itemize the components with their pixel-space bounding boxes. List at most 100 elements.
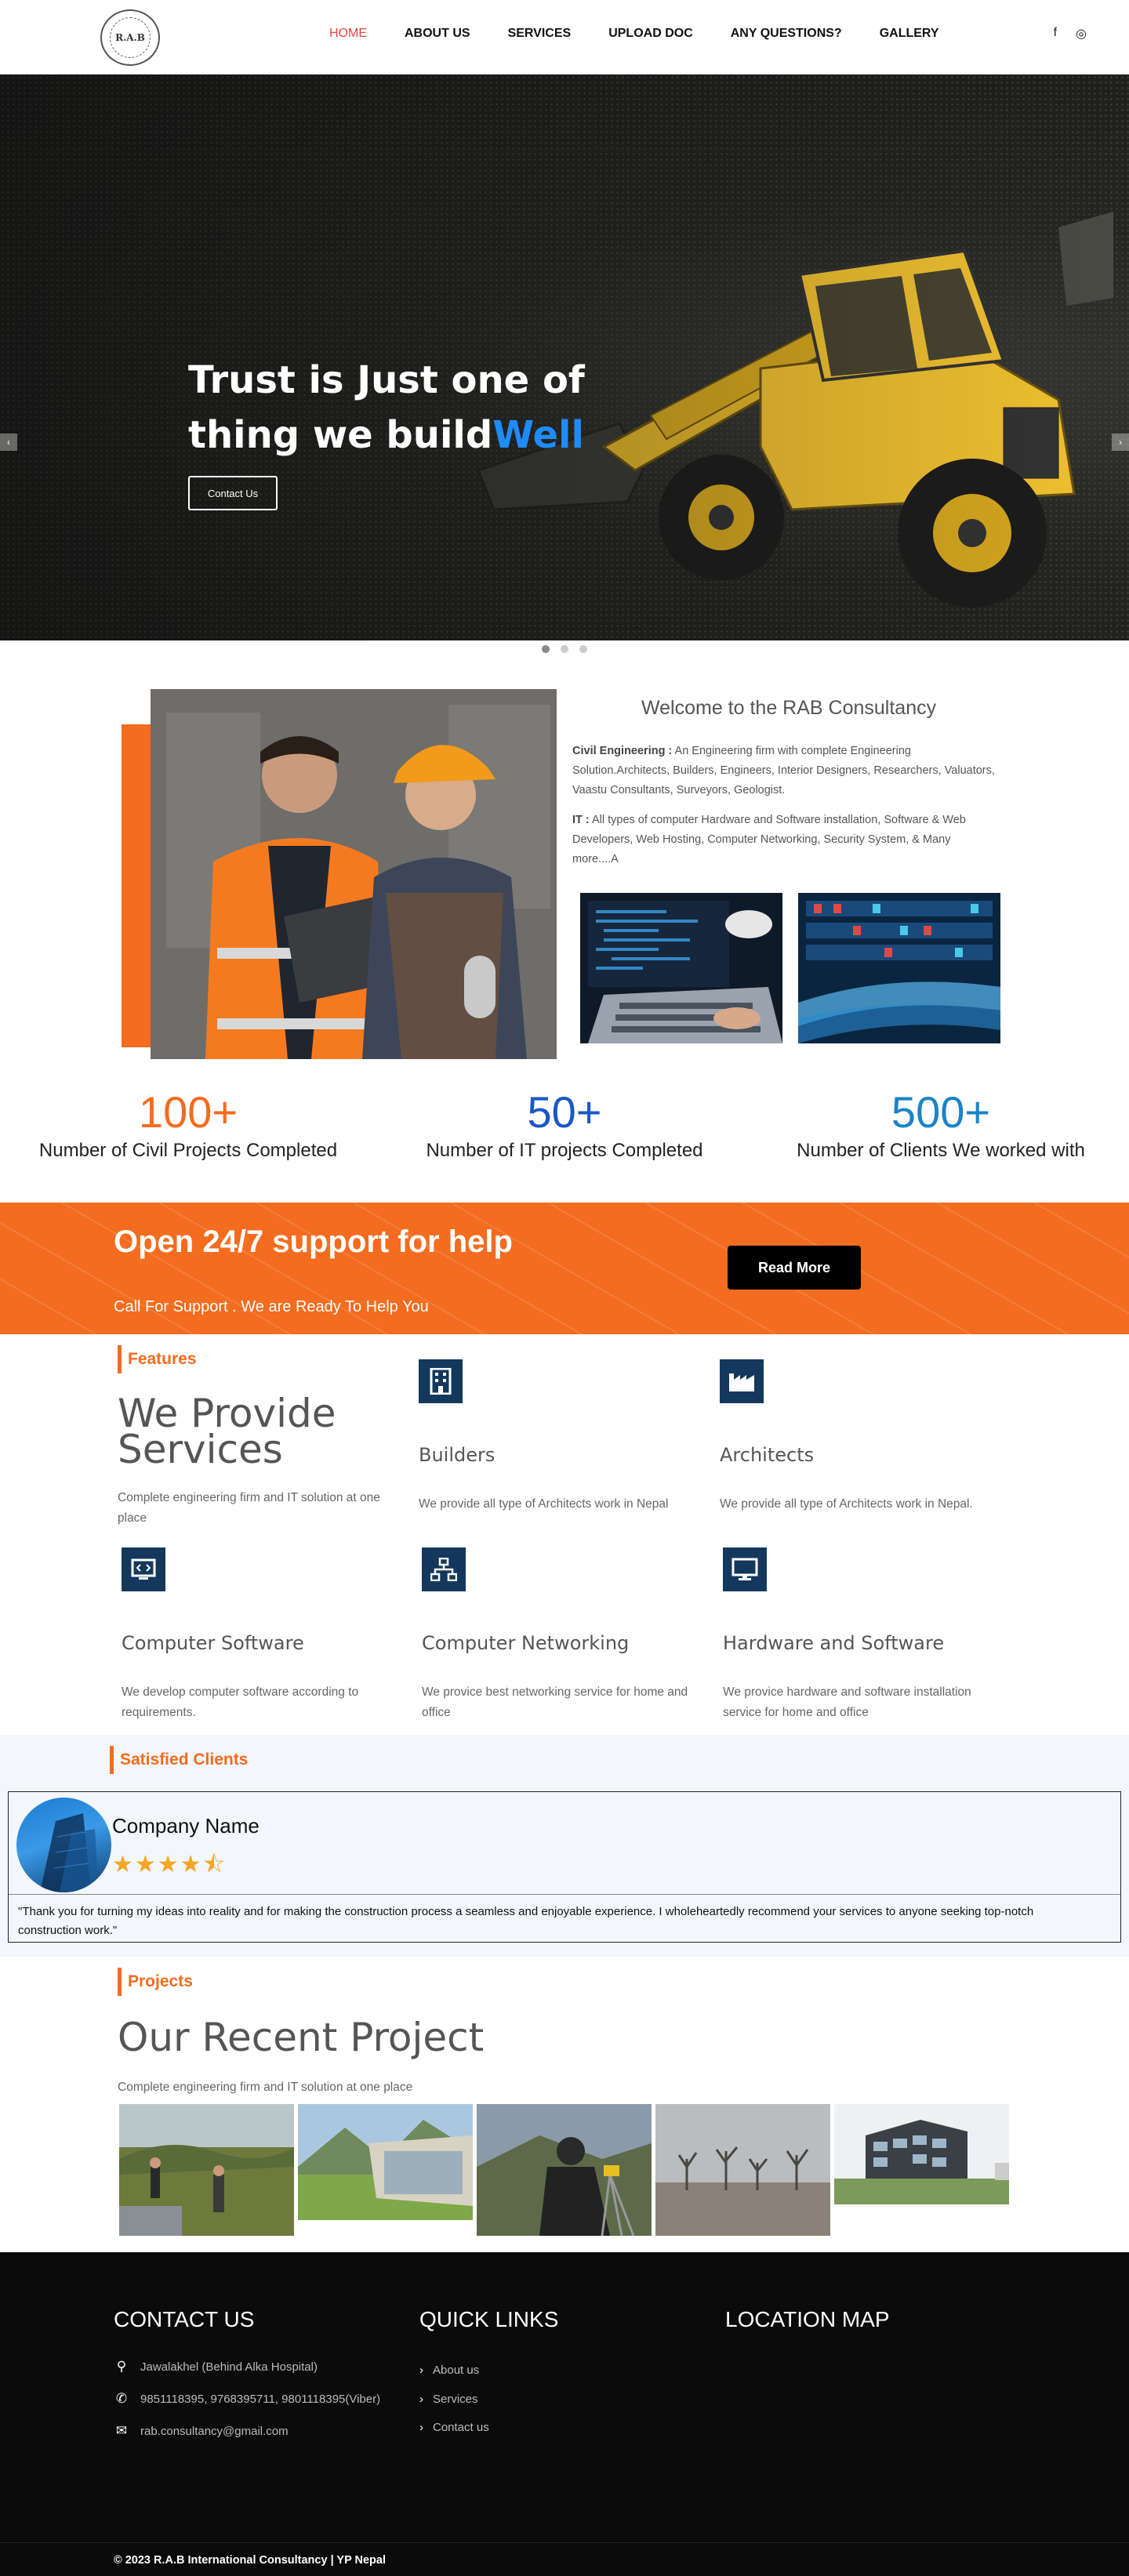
nav-gallery[interactable]: GALLERY [880, 27, 939, 41]
client-avatar [16, 1798, 111, 1892]
factory-icon [720, 1359, 764, 1403]
slider-dot[interactable] [579, 645, 587, 653]
project-image-trees[interactable] [655, 2104, 830, 2236]
service-description: We provice best networking service for h… [422, 1685, 688, 1719]
phone-icon: ✆ [115, 2391, 128, 2406]
hero-heading-line2: thing we build [188, 413, 493, 457]
phone-text[interactable]: 9851118395, 9768395711, 9801118395(Viber… [140, 2393, 380, 2406]
stat-number: 50+ [527, 1087, 602, 1137]
service-title: Computer Software [122, 1632, 304, 1654]
map-pin-icon: ⚲ [116, 2359, 127, 2374]
card-divider [9, 1894, 1120, 1895]
service-title: Computer Networking [422, 1632, 630, 1654]
monitor-icon [723, 1547, 767, 1591]
testimonial-quote: "Thank you for turning my ideas into rea… [18, 1905, 1034, 1937]
projects-description: Complete engineering firm and IT solutio… [118, 2081, 413, 2094]
read-more-button[interactable]: Read More [728, 1246, 861, 1290]
service-title: Hardware and Software [723, 1632, 945, 1654]
code-icon [122, 1547, 165, 1591]
service-description: We provice hardware and software install… [723, 1685, 971, 1719]
network-cables-image [798, 893, 1000, 1043]
client-company-name: Company Name [112, 1814, 260, 1838]
accent-bar [122, 724, 151, 1047]
civil-label: Civil Engineering : [572, 745, 673, 757]
features-title: We Provide Services [118, 1394, 336, 1469]
clients-tag: Satisfied Clients [110, 1746, 248, 1774]
contact-us-button[interactable]: Contact Us [188, 476, 278, 510]
site-logo[interactable]: R.A.B [100, 9, 160, 66]
it-description: All types of computer Hardware and Softw… [572, 814, 966, 865]
email-text[interactable]: rab.consultancy@gmail.com [140, 2425, 289, 2438]
stat-clients: 500+ Number of Clients We worked with [768, 1085, 1113, 1162]
it-label: IT : [572, 814, 590, 826]
hero-heading-line1: Trust is Just one of [188, 358, 585, 402]
instagram-icon[interactable]: ◎ [1076, 26, 1087, 42]
footer-link-about[interactable]: About us [419, 2364, 479, 2377]
slider-dots [0, 640, 1129, 658]
footer-links-title: QUICK LINKS [419, 2307, 559, 2331]
facebook-icon[interactable]: f [1054, 26, 1057, 42]
copyright-text: © 2023 R.A.B International Consultancy |… [114, 2554, 386, 2567]
slider-dot[interactable] [542, 645, 550, 653]
nav-upload-doc[interactable]: UPLOAD DOC [608, 27, 693, 41]
it-text: IT : All types of computer Hardware and … [572, 811, 996, 869]
project-image-surveyor[interactable] [477, 2104, 652, 2236]
welcome-section: Welcome to the RAB Consultancy Civil Eng… [0, 658, 1129, 1085]
footer-link-services[interactable]: Services [419, 2393, 478, 2406]
footer-phone: ✆ 9851118395, 9768395711, 9801118395(Vib… [114, 2391, 380, 2407]
copyright-bar: © 2023 R.A.B International Consultancy |… [0, 2542, 1129, 2576]
engineers-illustration [151, 689, 557, 1059]
stats-section: 100+ Number of Civil Projects Completed … [0, 1085, 1129, 1203]
stat-label: Number of IT projects Completed [426, 1140, 703, 1161]
welcome-title: Welcome to the RAB Consultancy [641, 697, 937, 719]
footer-email: ✉ rab.consultancy@gmail.com [114, 2423, 289, 2439]
engineers-photo [151, 689, 557, 1059]
clients-section: Satisfied Clients Company Name ★★★★⯪ "Th… [0, 1735, 1129, 1957]
footer-map-title: LOCATION MAP [725, 2307, 890, 2331]
service-description: We provide all type of Architects work i… [419, 1497, 669, 1511]
top-navbar: R.A.B HOME ABOUT US SERVICES UPLOAD DOC … [0, 0, 1129, 74]
features-tag: Features [118, 1345, 197, 1373]
nav-home[interactable]: HOME [329, 27, 367, 41]
stat-number: 100+ [138, 1087, 238, 1137]
project-image-building-render[interactable] [834, 2104, 1009, 2204]
building-icon [419, 1359, 463, 1403]
laptop-coding-image [580, 893, 782, 1043]
stat-label: Number of Civil Projects Completed [38, 1140, 338, 1161]
support-title: Open 24/7 support for help [114, 1225, 513, 1259]
features-section: Features We Provide Services Complete en… [0, 1334, 1129, 1735]
service-description: We develop computer software according t… [122, 1685, 359, 1719]
main-menu: HOME ABOUT US SERVICES UPLOAD DOC ANY QU… [329, 27, 977, 41]
service-card-networking: Computer Networking We provice best netw… [422, 1547, 688, 1723]
service-card-architects: Architects We provide all type of Archit… [720, 1359, 986, 1515]
address-text: Jawalakhel (Behind Alka Hospital) [140, 2360, 318, 2374]
projects-tag: Projects [118, 1968, 193, 1996]
projects-title: Our Recent Project [118, 2015, 485, 2060]
service-title: Architects [720, 1444, 815, 1466]
slider-dot[interactable] [561, 645, 568, 653]
testimonial-card: Company Name ★★★★⯪ "Thank you for turnin… [8, 1791, 1121, 1943]
projects-section: Projects Our Recent Project Complete eng… [0, 1957, 1129, 2252]
nav-services[interactable]: SERVICES [508, 27, 572, 41]
nav-any-questions[interactable]: ANY QUESTIONS? [731, 27, 842, 41]
stat-civil: 100+ Number of Civil Projects Completed [16, 1085, 361, 1162]
project-image-glass-house[interactable] [298, 2104, 473, 2220]
slider-prev-arrow[interactable]: ‹ [0, 434, 17, 451]
slider-next-arrow[interactable]: › [1112, 434, 1129, 451]
civil-engineering-text: Civil Engineering : An Engineering firm … [572, 742, 996, 800]
service-description: We provide all type of Architects work i… [720, 1497, 973, 1511]
footer-address: ⚲ Jawalakhel (Behind Alka Hospital) [114, 2359, 318, 2375]
footer-link-contact[interactable]: Contact us [419, 2421, 489, 2434]
stat-number: 500+ [891, 1087, 991, 1137]
stat-it: 50+ Number of IT projects Completed [392, 1085, 737, 1162]
envelope-icon: ✉ [115, 2423, 128, 2438]
nav-about-us[interactable]: ABOUT US [405, 27, 470, 41]
star-rating-icon: ★★★★⯪ [112, 1852, 227, 1878]
stat-label: Number of Clients We worked with [797, 1140, 1085, 1161]
hero-heading: Trust is Just one of thing we buildWell [188, 353, 596, 463]
footer-contact-title: CONTACT US [114, 2307, 255, 2331]
project-image-site-survey[interactable] [119, 2104, 294, 2236]
service-card-hardware: Hardware and Software We provice hardwar… [723, 1547, 989, 1723]
service-card-software: Computer Software We develop computer so… [122, 1547, 388, 1723]
footer: CONTACT US QUICK LINKS LOCATION MAP ⚲ Ja… [0, 2252, 1129, 2542]
